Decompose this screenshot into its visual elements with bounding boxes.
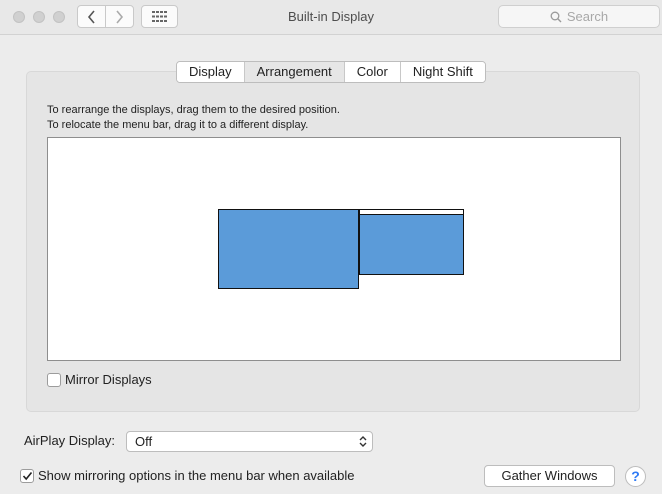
gather-windows-button[interactable]: Gather Windows [484, 465, 615, 487]
display-thumbnail-secondary[interactable] [359, 209, 464, 275]
tab-bar: Display Arrangement Color Night Shift [176, 61, 486, 83]
display-thumbnail-primary[interactable] [218, 209, 359, 289]
grid-icon [152, 11, 167, 22]
titlebar: Built-in Display Search [0, 0, 662, 35]
tab-color[interactable]: Color [343, 62, 400, 82]
system-preferences-window: Built-in Display Search Display Arrangem… [0, 0, 662, 494]
navigation-buttons [77, 5, 134, 28]
up-down-chevron-icon [359, 436, 367, 447]
forward-button[interactable] [105, 6, 133, 27]
help-button[interactable]: ? [625, 466, 646, 487]
airplay-display-label: AirPlay Display: [24, 433, 116, 448]
airplay-display-select[interactable]: Off [126, 431, 373, 452]
show-mirroring-checkbox[interactable] [20, 468, 34, 483]
instruction-rearrange: To rearrange the displays, drag them to … [47, 104, 340, 116]
tab-display[interactable]: Display [177, 62, 244, 82]
search-icon [550, 11, 562, 22]
menu-bar-indicator[interactable] [360, 210, 463, 215]
show-all-button[interactable] [141, 5, 178, 28]
tab-arrangement[interactable]: Arrangement [243, 62, 344, 82]
zoom-window-button[interactable] [53, 11, 65, 23]
show-mirroring-label: Show mirroring options in the menu bar w… [38, 468, 355, 483]
instruction-menu-bar: To relocate the menu bar, drag it to a d… [47, 119, 309, 131]
tab-night-shift[interactable]: Night Shift [399, 62, 485, 82]
mirror-displays-option: Mirror Displays [47, 372, 152, 387]
back-button[interactable] [78, 6, 105, 27]
search-field[interactable]: Search [498, 5, 660, 28]
minimize-window-button[interactable] [33, 11, 45, 23]
display-arrangement-canvas [47, 137, 621, 361]
search-placeholder: Search [566, 9, 609, 24]
show-mirroring-option: Show mirroring options in the menu bar w… [20, 468, 355, 483]
mirror-displays-checkbox[interactable] [47, 372, 61, 387]
chevron-left-icon [87, 9, 95, 24]
chevron-right-icon [116, 9, 124, 24]
arrangement-instructions: To rearrange the displays, drag them to … [47, 103, 340, 133]
airplay-display-value: Off [135, 434, 153, 449]
mirror-displays-label: Mirror Displays [65, 372, 152, 387]
checkmark-icon [22, 471, 32, 480]
close-window-button[interactable] [13, 11, 25, 23]
